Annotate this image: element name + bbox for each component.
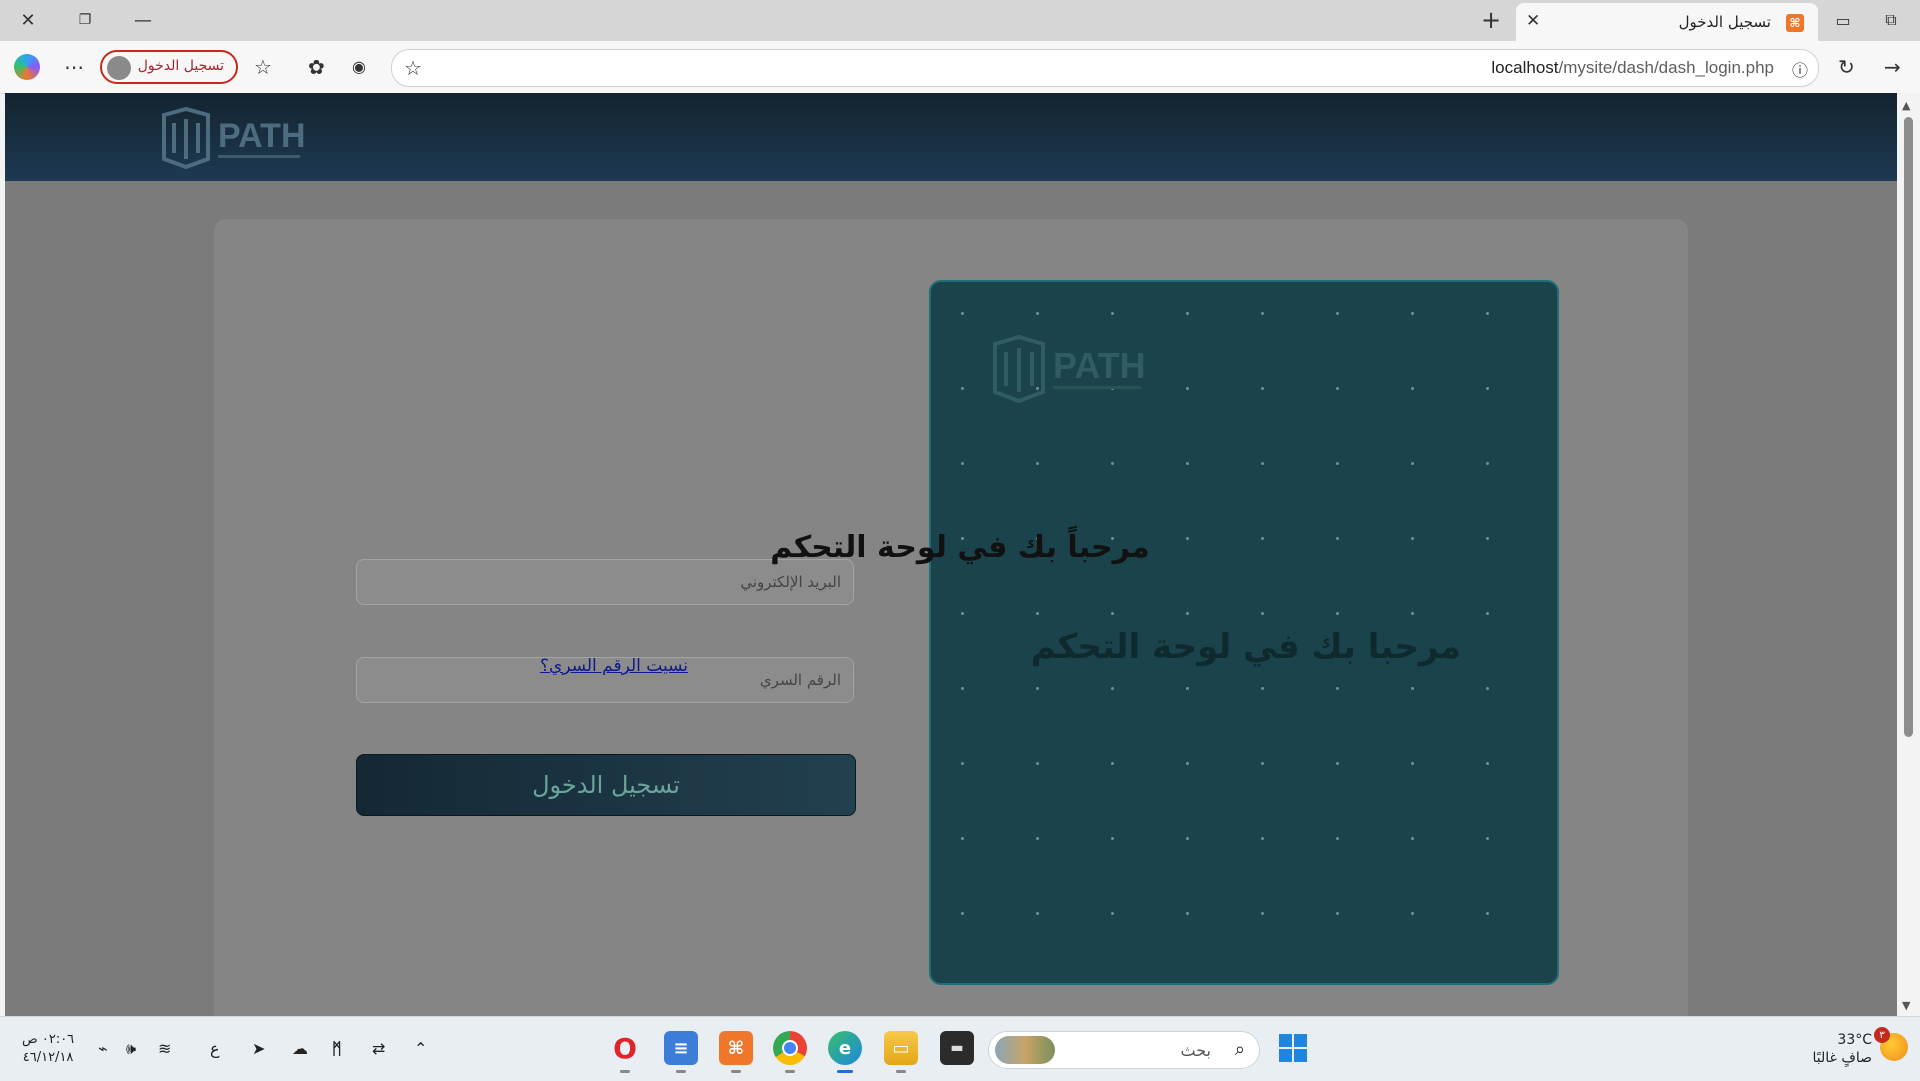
input-language[interactable]: ع (210, 1039, 220, 1058)
new-tab-icon[interactable]: + (1474, 4, 1508, 36)
settings-sliders-icon[interactable]: ⇄ (372, 1039, 385, 1058)
site-header: PATH (5, 93, 1897, 181)
app-indicator (837, 1070, 853, 1073)
favorites-icon[interactable]: ☆ (254, 55, 272, 79)
search-highlight-image (995, 1036, 1055, 1064)
wifi-icon[interactable]: ≋ (158, 1039, 171, 1058)
browser-tab-bar: ✕ ❐ — + ✕ تسجيل الدخول ⌘ ▭ ⧉ (0, 0, 1920, 41)
site-info-icon[interactable]: ⓘ (1792, 57, 1808, 81)
workspaces-icon[interactable]: ⧉ (1874, 4, 1908, 36)
login-card: نسيت الرقم السري؟ تسجيل الدخول PATH مرحب… (214, 219, 1688, 1016)
app-indicator (731, 1070, 741, 1073)
login-button[interactable]: تسجيل الدخول (356, 754, 856, 816)
chrome-center (782, 1040, 798, 1056)
app-indicator (676, 1070, 686, 1073)
edge-icon[interactable]: e (828, 1031, 862, 1073)
email-input[interactable] (357, 560, 853, 604)
url-text[interactable]: localhost/mysite/dash/dash_login.php (1491, 58, 1774, 78)
browser-toolbar: ⋯ تسجيل الدخول ☆ ✿ ◉ ☆ localhost/mysite/… (0, 41, 1920, 94)
terminal-icon[interactable]: ▬ (940, 1031, 974, 1065)
battery-icon[interactable]: ⌁ (98, 1039, 108, 1058)
onedrive-offline-icon[interactable]: ☁ (292, 1039, 308, 1058)
welcome-panel: PATH مرحبا بك في لوحة التحكم (929, 280, 1559, 985)
avatar (107, 56, 131, 80)
add-favorite-icon[interactable]: ☆ (404, 56, 422, 80)
chrome-icon[interactable] (773, 1031, 807, 1073)
weather-badge: ٣ (1874, 1027, 1890, 1043)
browser-tab[interactable]: ✕ تسجيل الدخول ⌘ (1516, 3, 1818, 41)
panel-welcome-text: مرحبا بك في لوحة التحكم (1030, 627, 1462, 667)
address-bar[interactable]: ☆ localhost/mysite/dash/dash_login.php ⓘ (391, 49, 1819, 87)
close-window-icon[interactable]: ✕ (11, 4, 45, 36)
search-icon: ⌕ (1234, 1039, 1245, 1060)
scroll-up-icon[interactable]: ▲ (1902, 99, 1910, 112)
refresh-icon[interactable]: ↻ (1838, 55, 1855, 79)
app-indicator (620, 1070, 630, 1073)
weather-temp: 33°C (1837, 1032, 1872, 1048)
app-indicator (896, 1070, 906, 1073)
tab-title: تسجيل الدخول (1678, 13, 1771, 31)
email-field[interactable] (356, 559, 854, 605)
copilot-icon[interactable] (14, 54, 40, 80)
opera-icon[interactable]: O (608, 1031, 642, 1073)
forgot-password-link[interactable]: نسيت الرقم السري؟ (540, 656, 688, 676)
xampp-icon: ⌘ (1786, 14, 1804, 32)
recording-icon[interactable]: ◉ (352, 57, 366, 76)
url-path: /mysite/dash/dash_login.php (1558, 58, 1774, 77)
app-indicator (785, 1070, 795, 1073)
page-scrollbar[interactable]: ▲ ▼ (1897, 93, 1920, 1016)
weather-widget[interactable]: 33°C صافٍ غالبًا (1813, 1031, 1872, 1067)
windows-logo-icon (1279, 1034, 1307, 1062)
close-tab-icon[interactable]: ✕ (1526, 11, 1540, 31)
panel-logo-text: PATH (1053, 345, 1146, 386)
volume-icon[interactable]: 🕪 (126, 1039, 136, 1059)
file-explorer-icon[interactable]: ▭ (884, 1031, 918, 1073)
restore-window-icon[interactable]: ❐ (68, 4, 102, 36)
weather-condition: صافٍ غالبًا (1812, 1050, 1872, 1066)
url-host: localhost (1491, 58, 1559, 77)
forward-icon[interactable]: → (1884, 55, 1901, 79)
page-title: مرحباً بك في لوحة التحكم (770, 530, 1150, 565)
scroll-down-icon[interactable]: ▼ (1902, 999, 1910, 1012)
site-logo: PATH (162, 107, 306, 169)
taskbar-search[interactable]: بحث ⌕ (988, 1031, 1260, 1069)
xampp-icon[interactable]: ⌘ (719, 1031, 753, 1073)
page-viewport: PATH نسيت الرقم السري؟ تسجيل الدخول PATH… (5, 93, 1897, 1016)
panel-logo: PATH (993, 334, 1146, 404)
scroll-thumb[interactable] (1904, 117, 1913, 737)
clock-date: ٤٦/١٢/١٨ (22, 1050, 74, 1065)
search-label: بحث (1180, 1041, 1212, 1060)
site-logo-text: PATH (218, 117, 306, 155)
start-button[interactable] (1276, 1031, 1310, 1065)
clock[interactable]: ٠٢:٠٦ ص ٤٦/١٢/١٨ (22, 1031, 74, 1067)
notepad-icon[interactable]: ≡ (664, 1031, 698, 1073)
show-hidden-icons-icon[interactable]: ⌃ (414, 1039, 427, 1058)
clock-time: ٠٢:٠٦ ص (22, 1032, 75, 1047)
tab-actions-icon[interactable]: ▭ (1826, 4, 1860, 36)
location-icon[interactable]: ➤ (252, 1039, 265, 1058)
profile-label: تسجيل الدخول (137, 58, 224, 74)
performance-icon[interactable]: ᛗ (332, 1039, 342, 1058)
taskbar: ٠٢:٠٦ ص ٤٦/١٢/١٨ ⌁ 🕪 ≋ ع ➤ ☁ ᛗ ⇄ ⌃ O ≡ ⌘… (0, 1016, 1920, 1081)
extensions-icon[interactable]: ✿ (308, 55, 325, 79)
profile-button[interactable]: تسجيل الدخول (100, 50, 238, 84)
minimize-window-icon[interactable]: — (126, 4, 160, 36)
more-options-icon[interactable]: ⋯ (64, 55, 84, 79)
